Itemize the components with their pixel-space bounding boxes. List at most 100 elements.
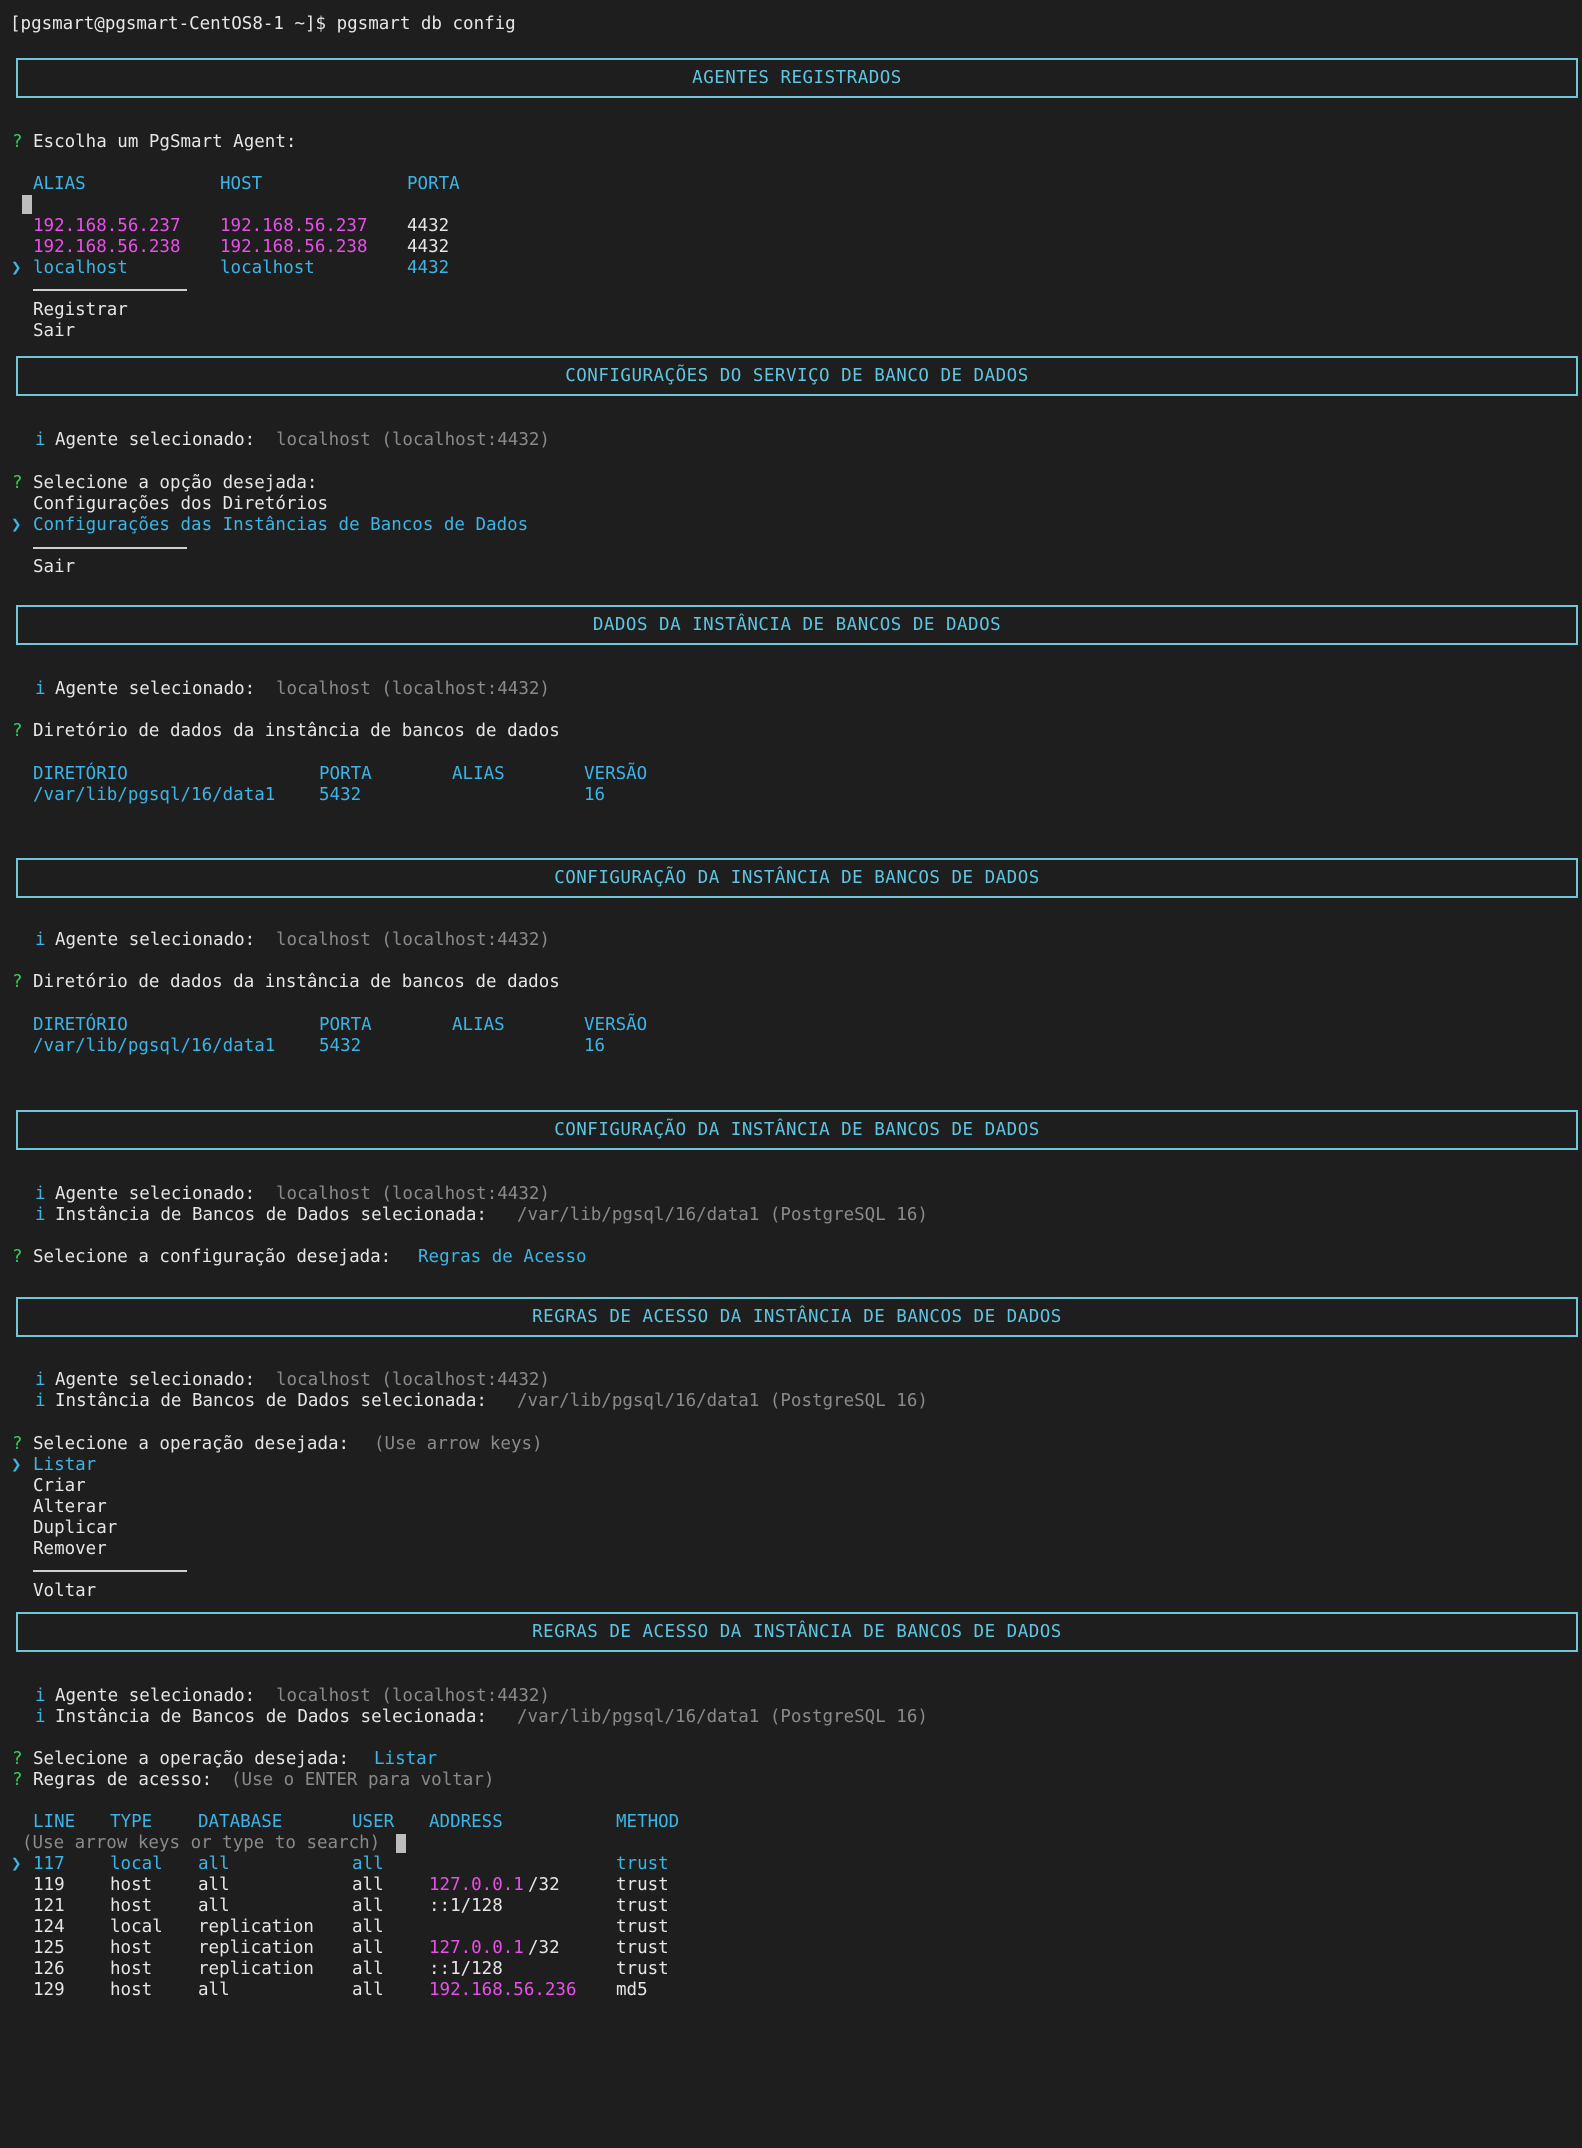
rule-row[interactable]: 126 host replication all ::1/128 trust (0, 1959, 669, 1980)
operation-option[interactable]: Duplicar (0, 1518, 117, 1539)
info-value: localhost (localhost:4432) (276, 679, 550, 699)
directory-question-line: ? Diretório de dados da instância de ban… (0, 721, 560, 742)
agent-info-line: i Agente selecionado: localhost (localho… (0, 430, 550, 451)
operation-question-line: ? Selecione a operação desejada: (Use ar… (0, 1434, 543, 1455)
rule-user: all (352, 1959, 384, 1979)
search-hint: (Use arrow keys or type to search) (22, 1833, 381, 1853)
header-type: TYPE (110, 1812, 153, 1832)
question-icon: ? (12, 721, 23, 741)
info-label: Agente selecionado: (55, 679, 256, 699)
option-voltar[interactable]: Voltar (0, 1581, 96, 1602)
info-icon: i (35, 1707, 46, 1727)
rule-user: all (352, 1917, 384, 1937)
service-option-selected[interactable]: ❯ Configurações das Instâncias de Bancos… (0, 515, 528, 536)
separator (33, 289, 187, 291)
operation-option[interactable]: Remover (0, 1539, 107, 1560)
operation-option-selected[interactable]: ❯ Listar (0, 1455, 96, 1476)
option-label: Remover (33, 1539, 107, 1559)
header-address: ADDRESS (429, 1812, 503, 1832)
header-versao: VERSÃO (584, 1015, 648, 1035)
rule-row[interactable]: 129 host all all 192.168.56.236 md5 (0, 1980, 648, 2001)
rule-user: all (352, 1875, 384, 1895)
rule-database: all (198, 1875, 230, 1895)
question-icon: ? (12, 1247, 23, 1267)
agent-alias: 192.168.56.238 (33, 237, 181, 257)
instance-info-line: i Instância de Bancos de Dados seleciona… (0, 1391, 928, 1412)
header-user: USER (352, 1812, 395, 1832)
info-label: Instância de Bancos de Dados selecionada… (55, 1205, 487, 1225)
rule-line: 124 (33, 1917, 65, 1937)
option-sair[interactable]: Sair (0, 557, 75, 578)
rule-row[interactable]: 125 host replication all 127.0.0.1 /32 t… (0, 1938, 669, 1959)
instance-table-header: DIRETÓRIO PORTA ALIAS VERSÃO (0, 1015, 647, 1036)
section-title-service: CONFIGURAÇÕES DO SERVIÇO DE BANCO DE DAD… (16, 356, 1578, 396)
info-value: localhost (localhost:4432) (276, 1370, 550, 1390)
rule-row[interactable]: 124 local replication all trust (0, 1917, 669, 1938)
directory-question: Diretório de dados da instância de banco… (33, 721, 560, 741)
info-label: Instância de Bancos de Dados selecionada… (55, 1391, 487, 1411)
operation-option[interactable]: Criar (0, 1476, 86, 1497)
option-label: Configurações dos Diretórios (33, 494, 329, 514)
info-label: Agente selecionado: (55, 1370, 256, 1390)
rule-user: all (352, 1896, 384, 1916)
rule-type: host (110, 1980, 153, 2000)
rule-line: 125 (33, 1938, 65, 1958)
rule-method: trust (616, 1854, 669, 1874)
separator (33, 547, 187, 549)
directory-question-line: ? Diretório de dados da instância de ban… (0, 972, 560, 993)
option-label: Voltar (33, 1581, 97, 1601)
terminal-window[interactable]: [pgsmart@pgsmart-CentOS8-1 ~]$ pgsmart d… (0, 0, 1582, 2010)
rule-row[interactable]: 119 host all all 127.0.0.1 /32 trust (0, 1875, 669, 1896)
rule-database: replication (198, 1917, 314, 1937)
rule-type: host (110, 1938, 153, 1958)
question-icon: ? (12, 473, 23, 493)
rule-line: 121 (33, 1896, 65, 1916)
rule-address-mask: ::1/128 (429, 1896, 503, 1916)
header-method: METHOD (616, 1812, 680, 1832)
pointer-icon: ❯ (11, 258, 22, 278)
agent-port: 4432 (407, 237, 450, 257)
service-option[interactable]: Configurações dos Diretórios (0, 494, 328, 515)
option-sair[interactable]: Sair (0, 321, 75, 342)
instance-port: 5432 (319, 785, 362, 805)
info-value: localhost (localhost:4432) (276, 1184, 550, 1204)
instance-version: 16 (584, 1036, 606, 1056)
search-input[interactable]: (Use arrow keys or type to search) (0, 1833, 380, 1854)
agent-option[interactable]: 192.168.56.238 192.168.56.238 4432 (0, 237, 449, 258)
rule-line: 126 (33, 1959, 65, 1979)
info-icon: i (35, 1391, 46, 1411)
rule-row-selected[interactable]: ❯ 117 local all all trust (0, 1854, 669, 1875)
operation-question: Selecione a operação desejada: (33, 1749, 350, 1769)
agent-host: 192.168.56.238 (220, 237, 368, 257)
option-label: Configurações das Instâncias de Bancos d… (33, 515, 529, 535)
service-question: Selecione a opção desejada: (33, 473, 318, 493)
info-icon: i (35, 1686, 46, 1706)
instance-row[interactable]: /var/lib/pgsql/16/data1 5432 16 (0, 785, 605, 806)
directory-question: Diretório de dados da instância de banco… (33, 972, 560, 992)
header-line: LINE (33, 1812, 76, 1832)
info-value: localhost (localhost:4432) (276, 430, 550, 450)
header-diretorio: DIRETÓRIO (33, 1015, 128, 1035)
question-icon: ? (12, 1770, 23, 1790)
rules-question: Regras de acesso: (33, 1770, 213, 1790)
question-icon: ? (12, 1749, 23, 1769)
section-title-access-rules: REGRAS DE ACESSO DA INSTÂNCIA DE BANCOS … (16, 1612, 1578, 1652)
info-label: Agente selecionado: (55, 430, 256, 450)
question-icon: ? (12, 972, 23, 992)
question-icon: ? (12, 132, 23, 152)
rule-line: 119 (33, 1875, 65, 1895)
rule-method: trust (616, 1938, 669, 1958)
config-question-line: ? Selecione a configuração desejada: Reg… (0, 1247, 587, 1268)
agent-option-selected[interactable]: ❯ localhost localhost 4432 (0, 258, 449, 279)
terminal-cursor (396, 1834, 406, 1853)
config-question: Selecione a configuração desejada: (33, 1247, 392, 1267)
operation-option[interactable]: Alterar (0, 1497, 107, 1518)
agent-option[interactable]: 192.168.56.237 192.168.56.237 4432 (0, 216, 449, 237)
rule-row[interactable]: 121 host all all ::1/128 trust (0, 1896, 669, 1917)
operation-hint: (Use arrow keys) (374, 1434, 543, 1454)
header-database: DATABASE (198, 1812, 283, 1832)
pointer-icon: ❯ (11, 1455, 22, 1475)
instance-row[interactable]: /var/lib/pgsql/16/data1 5432 16 (0, 1036, 605, 1057)
header-diretorio: DIRETÓRIO (33, 764, 128, 784)
option-registrar[interactable]: Registrar (0, 300, 128, 321)
